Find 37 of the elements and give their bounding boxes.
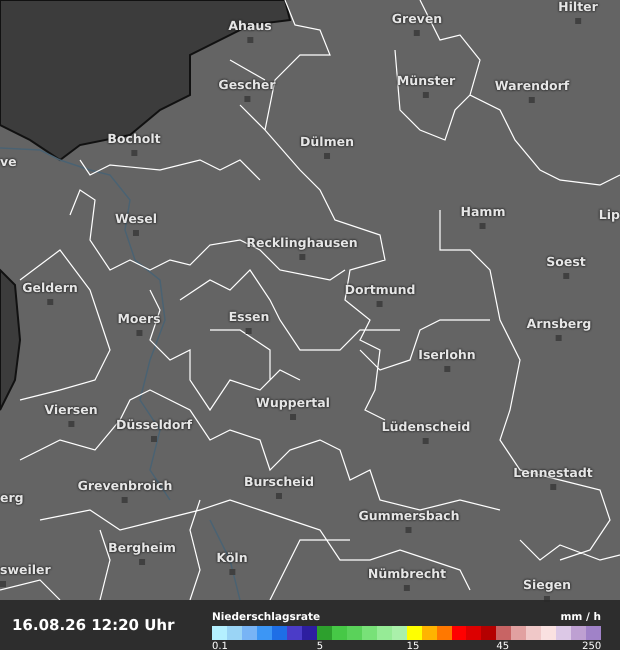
city-label: Gummersbach <box>358 509 460 523</box>
city-label: Iserlohn <box>418 348 476 362</box>
city-label: Geldern <box>22 281 78 295</box>
legend-tick-label: 45 <box>496 640 510 650</box>
city-label: Hilter <box>558 0 598 14</box>
city-label: Dülmen <box>300 135 354 149</box>
city-label: Wuppertal <box>256 396 330 410</box>
legend-tick-label: 15 <box>406 640 420 650</box>
city-label: Viersen <box>44 403 98 417</box>
city-label: Köln <box>216 551 248 565</box>
city-label: Düsseldorf <box>116 418 192 432</box>
city-label: Wesel <box>114 212 158 226</box>
timestamp: 16.08.26 12:20 Uhr <box>12 616 176 634</box>
city-label: sweiler <box>0 563 51 577</box>
legend-tick-label: 5 <box>316 640 324 650</box>
city-label: Recklinghausen <box>246 236 358 250</box>
legend-title: Niederschlagsrate <box>212 610 320 624</box>
city-label: erg <box>0 491 24 505</box>
legend-tick-label: 0.1 <box>212 640 228 650</box>
city-label: Bergheim <box>108 541 176 555</box>
city-label: Essen <box>228 310 270 324</box>
city-label: Hamm <box>460 205 506 219</box>
city-label: Soest <box>546 255 586 269</box>
city-label: Münster <box>396 74 456 88</box>
city-label: Lip <box>598 208 620 222</box>
legend-unit: mm / h <box>560 610 601 624</box>
city-label: ve <box>0 155 17 169</box>
legend-tick-label: 250 <box>582 640 602 650</box>
city-label: Nümbrecht <box>368 567 446 581</box>
city-label: Ahaus <box>228 19 272 33</box>
city-label: Bocholt <box>107 132 161 146</box>
city-label: Lüdenscheid <box>382 420 470 434</box>
city-label: Arnsberg <box>526 317 592 331</box>
city-label: Burscheid <box>244 475 314 489</box>
city-label: Warendorf <box>494 79 570 93</box>
city-label: Grevenbroich <box>78 479 172 493</box>
city-label: Siegen <box>522 578 572 592</box>
